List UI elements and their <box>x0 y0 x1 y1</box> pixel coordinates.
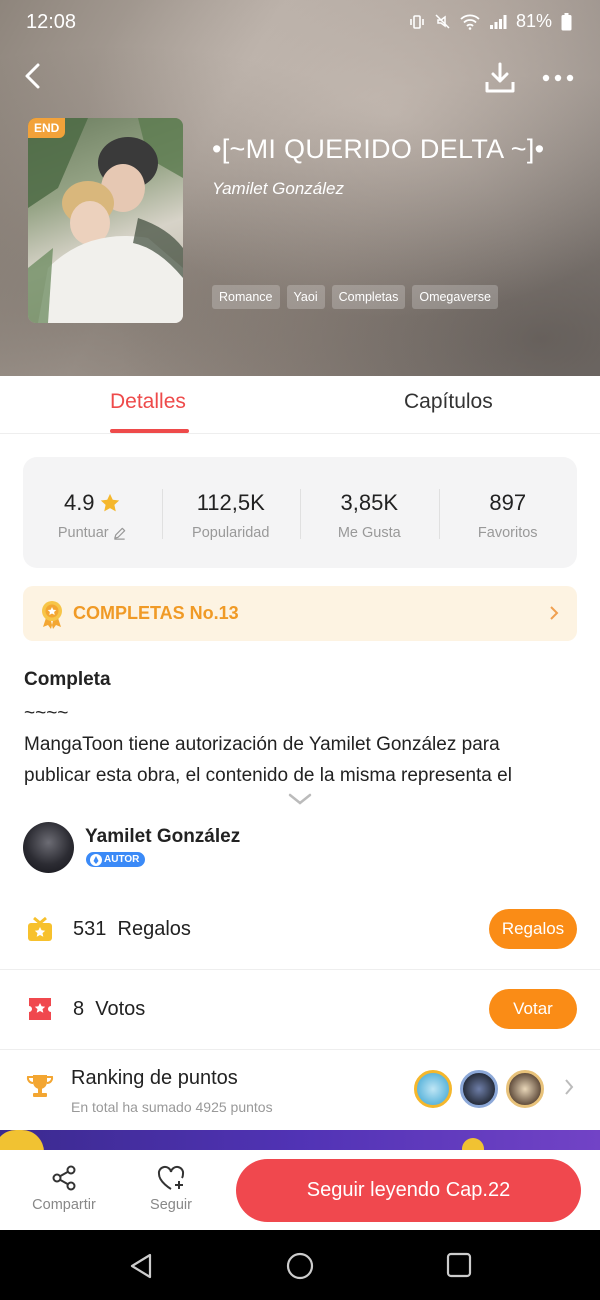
comic-title: •[~MI QUERIDO DELTA ~]• <box>212 134 545 164</box>
gifts-label: Regalos <box>117 918 191 940</box>
rating-value: 4.9 <box>63 490 95 515</box>
share-icon <box>52 1165 76 1191</box>
mute-icon <box>434 13 451 30</box>
cover-image[interactable]: END <box>28 118 183 323</box>
ranking-subtitle: En total ha sumado 4925 puntos <box>71 1099 273 1115</box>
stat-rating[interactable]: 4.9 Puntuar <box>23 457 162 568</box>
more-dots-icon <box>542 74 574 82</box>
description-line: ~~~~ <box>24 703 69 724</box>
gift-icon <box>28 916 52 941</box>
stats-card: 4.9 Puntuar 112,5K Popularidad 3,85K Me … <box>23 457 577 568</box>
download-icon <box>485 62 515 93</box>
nav-recents-icon[interactable] <box>446 1252 472 1278</box>
votes-count: 8 <box>73 998 85 1020</box>
points-ranking-row[interactable]: Ranking de puntos En total ha sumado 492… <box>0 1050 600 1130</box>
vote-ticket-icon <box>29 998 51 1020</box>
bottom-action-bar: Compartir Seguir Seguir leyendo Cap.22 <box>0 1150 600 1230</box>
battery-percent: 81% <box>515 11 552 31</box>
votes-label: Votos <box>95 998 146 1020</box>
author-avatar[interactable] <box>23 822 74 873</box>
follow-button[interactable]: Seguir <box>138 1164 204 1213</box>
tag-chip[interactable]: Completas <box>331 285 406 309</box>
status-time: 12:08 <box>26 11 77 33</box>
description-heading: Completa <box>24 669 111 690</box>
trophy-icon <box>26 1075 54 1097</box>
tab-bar: Detalles Capítulos <box>0 376 600 434</box>
chevron-right-icon <box>564 1078 574 1101</box>
nav-back-icon[interactable] <box>128 1252 154 1280</box>
signal-icon <box>489 14 507 30</box>
likes-value: 3,85K <box>340 490 399 515</box>
download-button[interactable] <box>482 60 518 96</box>
battery-icon <box>561 12 572 31</box>
stat-favorites: 897 Favoritos <box>438 457 578 568</box>
wifi-icon <box>460 14 480 30</box>
comic-author[interactable]: Yamilet González <box>212 179 344 199</box>
ranking-banner[interactable]: COMPLETAS No.13 <box>23 586 577 641</box>
active-tab-indicator <box>110 429 189 433</box>
popularity-label: Popularidad <box>192 525 270 541</box>
status-bar: 12:08 81% <box>0 0 600 46</box>
back-button[interactable] <box>18 60 50 92</box>
pencil-icon <box>113 527 125 540</box>
promo-banner[interactable] <box>0 1130 600 1152</box>
description-line: MangaToon tiene autorización de Yamilet … <box>24 734 500 755</box>
favorites-value: 897 <box>489 490 527 515</box>
tag-chip[interactable]: Yaoi <box>286 285 325 309</box>
pen-nib-icon <box>90 854 102 866</box>
supporter-avatar <box>414 1070 452 1108</box>
chevron-right-icon <box>549 605 559 626</box>
continue-reading-button[interactable]: Seguir leyendo Cap.22 <box>236 1159 581 1222</box>
description-line: publicar esta obra, el contenido de la m… <box>24 765 512 786</box>
author-badge: AUTOR <box>86 852 146 867</box>
popularity-value: 112,5K <box>196 490 265 515</box>
chevron-left-icon <box>25 63 40 89</box>
author-badge-label: AUTOR <box>104 854 140 865</box>
coin-icon <box>0 1130 44 1152</box>
share-label: Compartir <box>32 1197 96 1213</box>
gifts-count: 531 <box>73 918 107 940</box>
more-options-button[interactable] <box>540 66 576 90</box>
medal-icon <box>42 601 62 629</box>
votes-row: 8 Votos Votar <box>0 970 600 1050</box>
share-button[interactable]: Compartir <box>30 1164 98 1213</box>
hero-header: 12:08 81% END •[~MI QUERIDO DELTA ~]• Ya… <box>0 0 600 376</box>
ranking-title: Ranking de puntos <box>71 1067 238 1089</box>
favorites-label: Favoritos <box>477 525 538 541</box>
rating-label: Puntuar <box>57 525 109 541</box>
stat-popularity: 112,5K Popularidad <box>161 457 301 568</box>
gifts-button[interactable]: Regalos <box>489 909 577 949</box>
vibrate-icon <box>409 14 425 30</box>
supporter-avatar <box>506 1070 544 1108</box>
tab-chapters[interactable]: Capítulos <box>404 390 493 414</box>
heart-plus-icon <box>157 1165 185 1190</box>
tag-chip[interactable]: Romance <box>212 285 280 309</box>
supporter-avatar <box>460 1070 498 1108</box>
likes-label: Me Gusta <box>337 525 401 541</box>
end-badge: END <box>28 118 66 138</box>
status-icons: 81% <box>409 11 572 32</box>
star-icon <box>100 493 119 512</box>
gifts-row: 531 Regalos Regalos <box>0 890 600 970</box>
expand-chevron-icon[interactable] <box>287 792 313 806</box>
tag-list: Romance Yaoi Completas Omegaverse <box>212 285 498 309</box>
top-supporters <box>414 1070 544 1108</box>
tag-chip[interactable]: Omegaverse <box>412 285 498 309</box>
ranking-banner-text: COMPLETAS No.13 <box>73 603 239 623</box>
stat-likes: 3,85K Me Gusta <box>300 457 439 568</box>
nav-home-icon[interactable] <box>286 1252 314 1280</box>
system-nav-bar <box>0 1230 600 1300</box>
author-name[interactable]: Yamilet González <box>85 826 240 848</box>
follow-label: Seguir <box>150 1197 192 1213</box>
vote-button[interactable]: Votar <box>489 989 577 1029</box>
cover-illustration <box>28 118 183 323</box>
tab-details[interactable]: Detalles <box>110 390 186 414</box>
